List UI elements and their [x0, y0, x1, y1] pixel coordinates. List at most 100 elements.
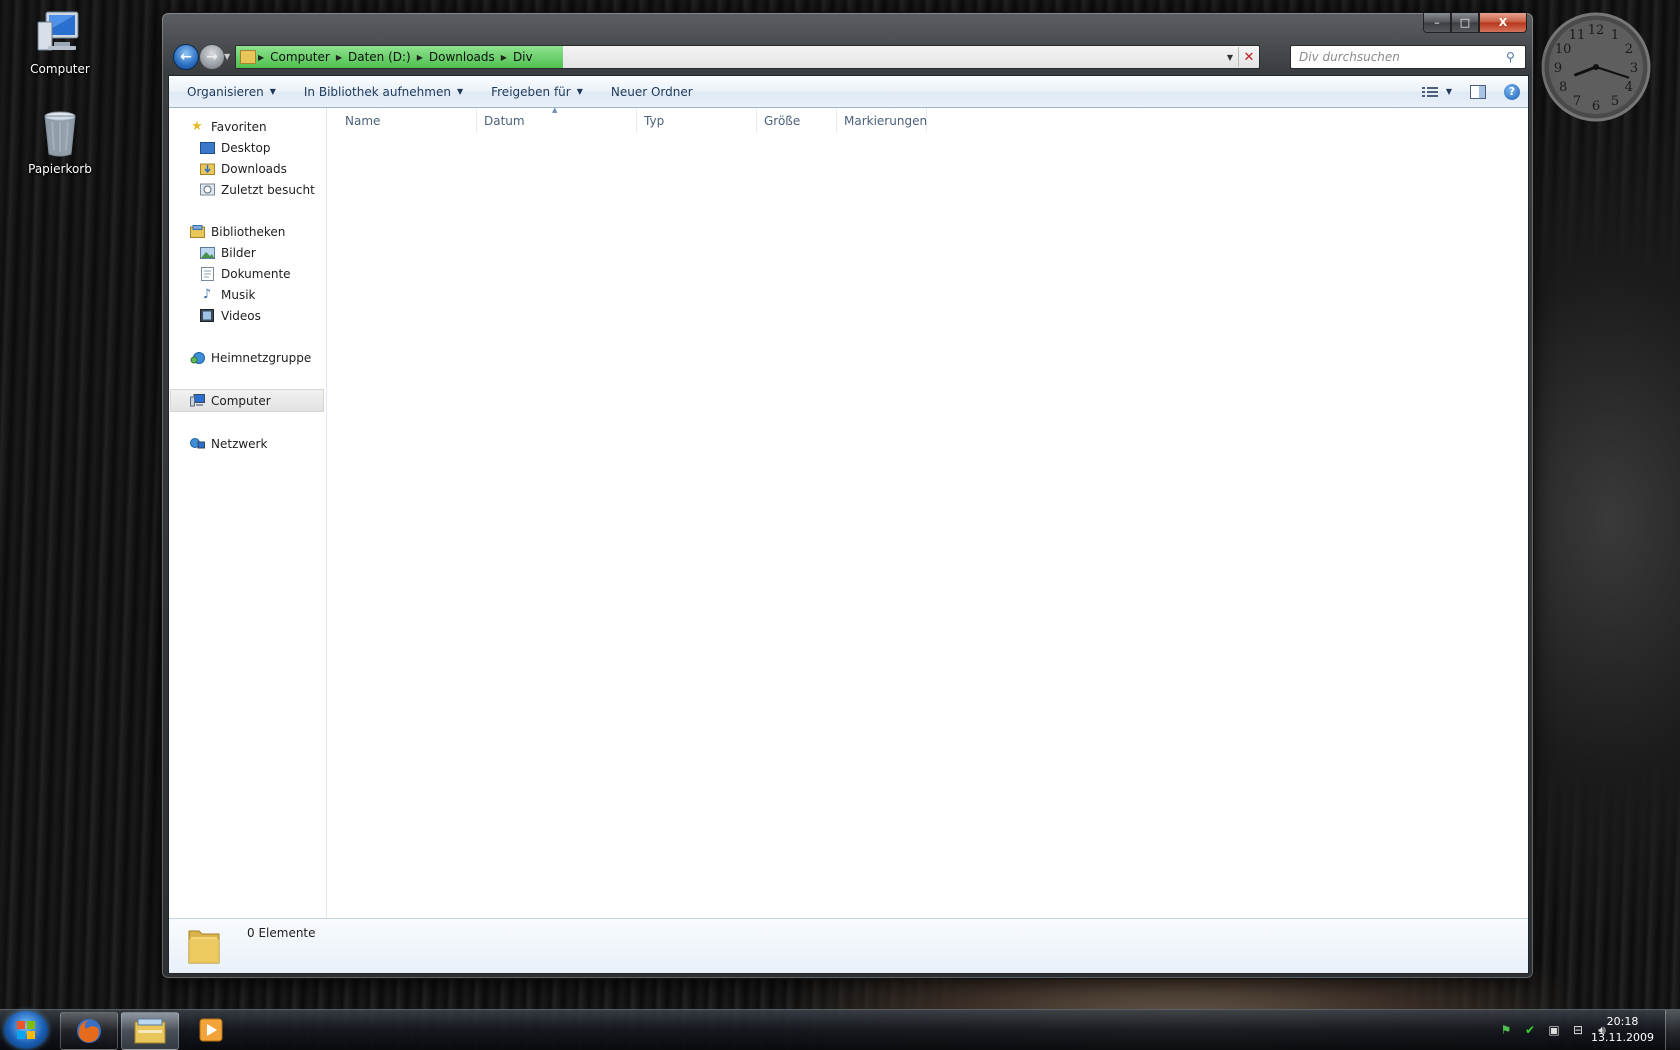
nav-label: Desktop: [221, 140, 271, 155]
computer-icon: [189, 393, 205, 409]
maximize-button[interactable]: □: [1451, 13, 1479, 33]
address-tail: ▼ ✕: [1222, 46, 1259, 68]
nav-label: Netzwerk: [211, 436, 268, 451]
nav-item-homegroup[interactable]: Heimnetzgruppe: [169, 347, 326, 368]
nav-item-desktop[interactable]: Desktop: [169, 137, 326, 158]
nav-item-pictures[interactable]: Bilder: [169, 242, 326, 263]
column-header-size[interactable]: Größe: [757, 108, 837, 133]
address-bar[interactable]: ▶ Computer ▶ Daten (D:) ▶ Downloads ▶ Di…: [235, 45, 1260, 69]
taskbar-firefox[interactable]: [60, 1012, 118, 1050]
start-button[interactable]: [4, 1011, 48, 1049]
breadcrumb-div[interactable]: Div: [507, 50, 539, 64]
stop-icon[interactable]: ✕: [1238, 47, 1259, 67]
clock-number: 9: [1554, 61, 1562, 76]
nav-item-documents[interactable]: Dokumente: [169, 263, 326, 284]
nav-item-libraries[interactable]: Bibliotheken: [169, 221, 326, 242]
maximize-icon: □: [1459, 16, 1471, 29]
clock-number: 3: [1630, 61, 1638, 76]
breadcrumb: ▶ Computer ▶ Daten (D:) ▶ Downloads ▶ Di…: [240, 46, 539, 68]
nav-label: Bilder: [221, 245, 256, 260]
taskbar-media-player[interactable]: [196, 1016, 226, 1044]
clock-gadget[interactable]: 12 12 3 45678 9 1011: [1541, 12, 1651, 122]
new-folder-label: Neuer Ordner: [610, 84, 693, 99]
new-folder-button[interactable]: Neuer Ordner: [601, 76, 703, 107]
pictures-icon: [199, 245, 215, 261]
clock-number: 5: [1611, 94, 1619, 109]
chevron-down-icon[interactable]: ▼: [1222, 53, 1238, 62]
clock-number: 8: [1559, 80, 1567, 95]
nav-item-music[interactable]: ♪ Musik: [169, 284, 326, 305]
nav-item-network[interactable]: Netzwerk: [169, 433, 326, 454]
clock-number: 4: [1625, 80, 1633, 95]
nav-label: Dokumente: [221, 266, 291, 281]
organize-menu[interactable]: Organisieren ▼: [177, 76, 286, 107]
desktop-icon-computer[interactable]: Computer: [10, 8, 110, 76]
search-icon[interactable]: ⚲: [1506, 50, 1515, 64]
clock-number: 2: [1625, 42, 1633, 57]
computer-icon: [37, 11, 79, 51]
explorer-folder-icon: [134, 1018, 166, 1044]
close-icon: X: [1498, 16, 1508, 29]
recent-pages-dropdown-icon[interactable]: ▼: [224, 52, 230, 61]
firefox-icon: [77, 1019, 101, 1043]
recycle-bin-icon: [44, 111, 76, 157]
organize-label: Organisieren: [187, 84, 264, 99]
nav-label: Favoriten: [211, 119, 267, 134]
close-button[interactable]: X: [1479, 13, 1527, 33]
breadcrumb-drive-d[interactable]: Daten (D:): [342, 50, 417, 64]
client-area: Organisieren ▼ In Bibliothek aufnehmen ▼ F…: [168, 75, 1529, 974]
taskbar-explorer[interactable]: [121, 1012, 179, 1050]
caption-buttons: – □ X: [1423, 13, 1527, 33]
column-header-type[interactable]: Typ: [637, 108, 757, 133]
chevron-down-icon: ▼: [456, 87, 464, 96]
clock-date: 13.11.2009: [1591, 1031, 1654, 1044]
nav-item-videos[interactable]: Videos: [169, 305, 326, 326]
tray-antivirus-icon[interactable]: ⚑: [1498, 1022, 1514, 1038]
nav-group-favorites: ★ Favoriten Desktop Downloads Zuletzt bes…: [169, 116, 326, 200]
item-count: 0 Elemente: [247, 926, 316, 940]
nav-group-libraries: Bibliotheken Bilder Dokumente ♪ Musik Vid…: [169, 221, 326, 326]
file-list[interactable]: Name ▲ Datum Typ Größe Markierungen: [327, 106, 1528, 918]
column-header-tags[interactable]: Markierungen: [837, 108, 927, 133]
tray-app-icon[interactable]: ▣: [1546, 1022, 1562, 1038]
nav-item-favorites[interactable]: ★ Favoriten: [169, 116, 326, 137]
breadcrumb-computer[interactable]: Computer: [264, 50, 336, 64]
forward-button[interactable]: →: [199, 44, 225, 70]
clock-number: 12: [1588, 23, 1605, 38]
music-icon: ♪: [202, 287, 212, 302]
column-header-name[interactable]: Name: [327, 108, 477, 133]
include-in-library-menu[interactable]: In Bibliothek aufnehmen ▼: [294, 76, 473, 107]
tray-network-icon[interactable]: ⊟: [1570, 1022, 1586, 1038]
explorer-window[interactable]: – □ X ← → ▼ ▶ Computer ▶ Daten (D:) ▶ Do…: [161, 12, 1534, 979]
back-button[interactable]: ←: [173, 44, 199, 70]
nav-label: Zuletzt besucht: [221, 182, 315, 197]
taskbar-clock[interactable]: 20:18 13.11.2009: [1591, 1014, 1654, 1046]
clock-number: 7: [1573, 94, 1581, 109]
search-box[interactable]: ⚲: [1290, 45, 1526, 69]
library-label: In Bibliothek aufnehmen: [303, 84, 451, 99]
search-input[interactable]: [1297, 49, 1506, 65]
minimize-button[interactable]: –: [1423, 13, 1451, 33]
tray-checkmark-icon[interactable]: ✔: [1522, 1022, 1538, 1038]
column-label: Markierungen: [844, 113, 928, 128]
share-with-menu[interactable]: Freigeben für ▼: [481, 76, 593, 107]
clock-number: 6: [1592, 99, 1600, 114]
show-desktop-button[interactable]: [1665, 1010, 1680, 1050]
breadcrumb-downloads[interactable]: Downloads: [423, 50, 501, 64]
help-icon[interactable]: ?: [1504, 83, 1520, 100]
column-header-date[interactable]: ▲ Datum: [477, 106, 637, 133]
clock-number: 11: [1569, 28, 1586, 43]
downloads-folder-icon: [199, 161, 215, 177]
libraries-icon: [189, 224, 205, 240]
nav-label: Heimnetzgruppe: [211, 350, 312, 365]
nav-item-recent[interactable]: Zuletzt besucht: [169, 179, 326, 200]
clock-time: 20:18: [1606, 1015, 1639, 1028]
nav-item-computer[interactable]: Computer: [170, 389, 324, 412]
homegroup-icon: [189, 350, 205, 366]
taskbar: ⚑ ✔ ▣ ⊟ 🔊︎ 20:18 13.11.2009: [0, 1009, 1680, 1050]
change-view-button[interactable]: ▼: [1421, 86, 1452, 98]
desktop-icon-recycle-bin[interactable]: Papierkorb: [10, 108, 110, 176]
nav-item-downloads[interactable]: Downloads: [169, 158, 326, 179]
preview-pane-icon[interactable]: [1470, 84, 1486, 99]
